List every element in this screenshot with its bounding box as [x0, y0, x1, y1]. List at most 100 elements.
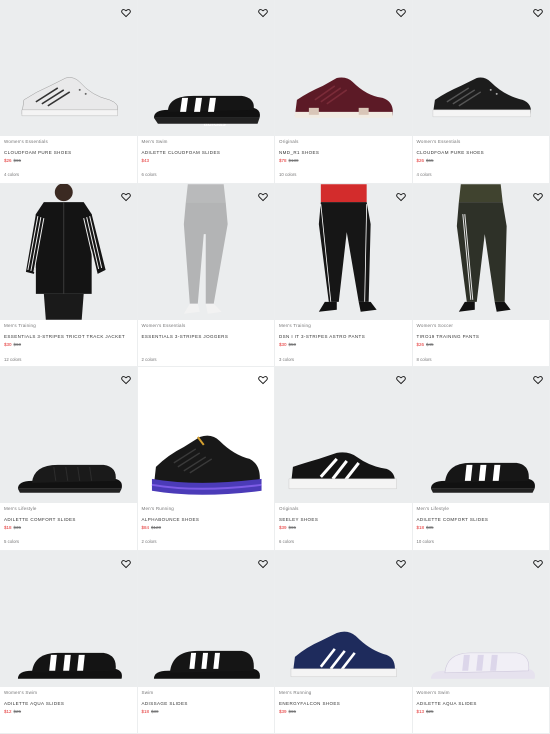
- product-category: Women's Soccer: [417, 323, 546, 330]
- product-category: Women's Essentials: [142, 323, 271, 330]
- color-count[interactable]: 12 colors: [4, 357, 21, 362]
- product-price: $26$45: [417, 342, 546, 347]
- product-price: $13$25: [417, 709, 546, 714]
- color-count[interactable]: 2 colors: [142, 539, 157, 544]
- product-card[interactable]: Men's Running ENERGYFALCON SHOES $39$65: [275, 551, 413, 734]
- heart-icon[interactable]: [258, 556, 268, 566]
- heart-icon[interactable]: [396, 5, 406, 15]
- heart-icon[interactable]: [121, 189, 131, 199]
- product-category: Women's Essentials: [417, 139, 546, 146]
- heart-icon[interactable]: [533, 372, 543, 382]
- heart-icon[interactable]: [533, 5, 543, 15]
- color-count[interactable]: 6 colors: [142, 172, 157, 177]
- color-count[interactable]: 4 colors: [4, 172, 19, 177]
- product-name[interactable]: ENERGYFALCON SHOES: [279, 701, 408, 706]
- product-card[interactable]: Men's Training ESSENTIALS 3-STRIPES TRIC…: [0, 184, 138, 368]
- color-count[interactable]: 10 colors: [417, 539, 434, 544]
- product-price: $12$25: [4, 709, 133, 714]
- product-name[interactable]: ESSENTIALS 3-STRIPES JOGGERS: [142, 334, 271, 339]
- product-name[interactable]: SEELEY SHOES: [279, 517, 408, 522]
- product-category: Originals: [279, 139, 408, 146]
- product-card[interactable]: Women's Essentials CLOUDFOAM PURE SHOES …: [0, 0, 138, 184]
- product-image: [413, 184, 550, 320]
- product-category: Men's Running: [142, 506, 271, 513]
- original-price: $35: [426, 525, 434, 530]
- original-price: $65: [289, 709, 297, 714]
- product-image: [413, 0, 550, 136]
- color-count[interactable]: 6 colors: [279, 539, 294, 544]
- product-name[interactable]: ADILETTE AQUA SLIDES: [4, 701, 133, 706]
- heart-icon[interactable]: [258, 189, 268, 199]
- color-count[interactable]: 5 colors: [4, 539, 19, 544]
- slide-adissage-icon: [138, 551, 275, 687]
- product-category: Women's Swim: [4, 690, 133, 697]
- product-card[interactable]: Originals SEELEY SHOES $39$65 6 colors: [275, 367, 413, 551]
- product-name[interactable]: ALPHABOUNCE SHOES: [142, 517, 271, 522]
- sale-price: $26: [417, 158, 425, 163]
- product-card[interactable]: Men's Training DSN I IT 3-STRIPES ASTRO …: [275, 184, 413, 368]
- sneaker-maroon-icon: [275, 0, 412, 136]
- heart-icon[interactable]: [533, 189, 543, 199]
- sale-price: $39: [279, 709, 287, 714]
- heart-icon[interactable]: [396, 372, 406, 382]
- product-image: [275, 184, 412, 320]
- product-card[interactable]: Men's Lifestyle ADILETTE COMFORT SLIDES …: [413, 367, 550, 551]
- original-price: $50: [289, 342, 297, 347]
- sale-price: $12: [4, 709, 12, 714]
- product-name[interactable]: ADILETTE CLOUDFOAM SLIDES: [142, 150, 271, 155]
- product-name[interactable]: ADILETTE AQUA SLIDES: [417, 701, 546, 706]
- original-price: $130: [289, 158, 299, 163]
- sale-price: $30: [4, 342, 12, 347]
- original-price: $60: [14, 342, 22, 347]
- product-image: adidas: [138, 0, 275, 136]
- color-count[interactable]: 2 colors: [142, 357, 157, 362]
- color-count[interactable]: 10 colors: [279, 172, 296, 177]
- heart-icon[interactable]: [258, 5, 268, 15]
- product-price: $78$130: [279, 158, 408, 163]
- slide-aqua-black-icon: [0, 551, 137, 687]
- product-name[interactable]: TIRO19 TRAINING PANTS: [417, 334, 546, 339]
- product-price: $18$35: [4, 525, 133, 530]
- heart-icon[interactable]: [121, 372, 131, 382]
- product-card[interactable]: adidas Men's Swim ADILETTE CLOUDFOAM SLI…: [138, 0, 276, 184]
- product-name[interactable]: ESSENTIALS 3-STRIPES TRICOT TRACK JACKET: [4, 334, 133, 339]
- heart-icon[interactable]: [121, 5, 131, 15]
- sale-price: $26: [4, 158, 12, 163]
- product-price: $39$65: [279, 525, 408, 530]
- heart-icon[interactable]: [396, 189, 406, 199]
- pants-olive-icon: [413, 184, 550, 320]
- original-price: $30: [151, 709, 159, 714]
- color-count[interactable]: 8 colors: [417, 357, 432, 362]
- product-card[interactable]: Originals NMD_R1 SHOES $78$130 10 colors: [275, 0, 413, 184]
- heart-icon[interactable]: [258, 372, 268, 382]
- product-price: $43: [142, 158, 271, 163]
- product-image: [138, 551, 275, 687]
- product-card[interactable]: Men's Running ALPHABOUNCE SHOES $84$120 …: [138, 367, 276, 551]
- product-card[interactable]: Swim ADISSAGE SLIDES $18$30: [138, 551, 276, 734]
- product-category: Men's Lifestyle: [4, 506, 133, 513]
- product-card[interactable]: Men's Lifestyle ADILETTE COMFORT SLIDES …: [0, 367, 138, 551]
- product-name[interactable]: ADILETTE COMFORT SLIDES: [417, 517, 546, 522]
- product-card[interactable]: Women's Essentials CLOUDFOAM PURE SHOES …: [413, 0, 550, 184]
- product-name[interactable]: CLOUDFOAM PURE SHOES: [4, 150, 133, 155]
- product-name[interactable]: ADILETTE COMFORT SLIDES: [4, 517, 133, 522]
- color-count[interactable]: 3 colors: [279, 357, 294, 362]
- product-name[interactable]: DSN I IT 3-STRIPES ASTRO PANTS: [279, 334, 408, 339]
- product-card[interactable]: Women's Soccer TIRO19 TRAINING PANTS $26…: [413, 184, 550, 368]
- product-name[interactable]: NMD_R1 SHOES: [279, 150, 408, 155]
- original-price: $120: [151, 525, 161, 530]
- color-count[interactable]: 4 colors: [417, 172, 432, 177]
- product-name[interactable]: CLOUDFOAM PURE SHOES: [417, 150, 546, 155]
- product-card[interactable]: Women's Swim ADILETTE AQUA SLIDES $12$25: [0, 551, 138, 734]
- sale-price: $39: [279, 525, 287, 530]
- original-price: $35: [14, 525, 22, 530]
- product-category: Women's Swim: [417, 690, 546, 697]
- heart-icon[interactable]: [121, 556, 131, 566]
- heart-icon[interactable]: [396, 556, 406, 566]
- product-image: [275, 367, 412, 503]
- product-name[interactable]: ADISSAGE SLIDES: [142, 701, 271, 706]
- sale-price: $18: [4, 525, 12, 530]
- product-card[interactable]: Women's Essentials ESSENTIALS 3-STRIPES …: [138, 184, 276, 368]
- product-card[interactable]: Women's Swim ADILETTE AQUA SLIDES $13$25: [413, 551, 550, 734]
- heart-icon[interactable]: [533, 556, 543, 566]
